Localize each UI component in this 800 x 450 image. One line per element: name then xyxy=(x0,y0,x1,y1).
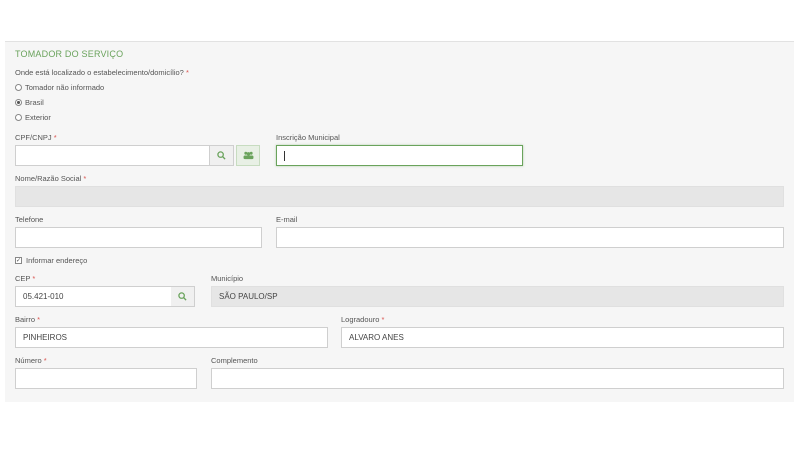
radio-label: Exterior xyxy=(25,113,51,122)
radio-brasil[interactable]: Brasil xyxy=(15,98,44,107)
radio-tomador-nao-informado[interactable]: Tomador não informado xyxy=(15,83,104,92)
cpf-search-button[interactable] xyxy=(210,145,234,166)
email-label: E-mail xyxy=(276,215,298,224)
radio-circle[interactable] xyxy=(15,84,22,91)
informar-endereco-checkbox[interactable]: ✓ Informar endereço xyxy=(15,256,87,265)
required-marker: * xyxy=(185,68,189,77)
email-input[interactable] xyxy=(276,227,784,248)
required-marker: * xyxy=(381,315,385,324)
required-marker: * xyxy=(37,315,41,324)
tomador-panel: TOMADOR DO SERVIÇO Onde está localizado … xyxy=(5,41,794,402)
cep-label-text: CEP xyxy=(15,274,31,283)
radio-label: Tomador não informado xyxy=(25,83,105,92)
cep-label: CEP * xyxy=(15,274,35,283)
nome-label-text: Nome/Razão Social xyxy=(15,174,82,183)
cpf-cnpj-label-text: CPF/CNPJ xyxy=(15,133,52,142)
logradouro-label-text: Logradouro xyxy=(341,315,380,324)
inscricao-municipal-label: Inscrição Municipal xyxy=(276,133,340,142)
location-question-label: Onde está localizado o estabelecimento/d… xyxy=(15,68,184,77)
required-marker: * xyxy=(32,274,36,283)
required-marker: * xyxy=(53,133,57,142)
cpf-cnpj-label: CPF/CNPJ * xyxy=(15,133,57,142)
logradouro-input[interactable]: ALVARO ANES xyxy=(341,327,784,348)
numero-label: Número * xyxy=(15,356,47,365)
numero-input[interactable] xyxy=(15,368,197,389)
radio-circle-selected[interactable] xyxy=(15,99,22,106)
radio-exterior[interactable]: Exterior xyxy=(15,113,51,122)
cep-input[interactable]: 05.421-010 xyxy=(15,286,172,307)
bairro-label-text: Bairro xyxy=(15,315,36,324)
section-title: TOMADOR DO SERVIÇO xyxy=(15,49,124,59)
cpf-users-button[interactable] xyxy=(236,145,260,166)
required-marker: * xyxy=(43,356,47,365)
users-icon xyxy=(243,151,253,160)
cep-search-button[interactable] xyxy=(171,286,195,307)
bairro-label: Bairro * xyxy=(15,315,40,324)
informar-endereco-label: Informar endereço xyxy=(26,256,88,265)
radio-label: Brasil xyxy=(25,98,44,107)
radio-circle[interactable] xyxy=(15,114,22,121)
bairro-input[interactable]: PINHEIROS xyxy=(15,327,328,348)
search-icon xyxy=(178,292,187,301)
inscricao-municipal-input[interactable] xyxy=(276,145,523,166)
logradouro-label: Logradouro * xyxy=(341,315,384,324)
check-icon[interactable]: ✓ xyxy=(15,257,22,264)
cpf-cnpj-input[interactable] xyxy=(15,145,210,166)
telefone-input[interactable] xyxy=(15,227,262,248)
nome-input xyxy=(15,186,784,207)
nome-label: Nome/Razão Social * xyxy=(15,174,86,183)
complemento-label: Complemento xyxy=(211,356,258,365)
municipio-input: SÃO PAULO/SP xyxy=(211,286,784,307)
search-icon xyxy=(217,151,226,160)
required-marker: * xyxy=(83,174,87,183)
telefone-label: Telefone xyxy=(15,215,44,224)
municipio-label: Município xyxy=(211,274,244,283)
location-question: Onde está localizado o estabelecimento/d… xyxy=(15,68,189,77)
complemento-input[interactable] xyxy=(211,368,784,389)
text-caret xyxy=(284,150,285,161)
numero-label-text: Número xyxy=(15,356,42,365)
